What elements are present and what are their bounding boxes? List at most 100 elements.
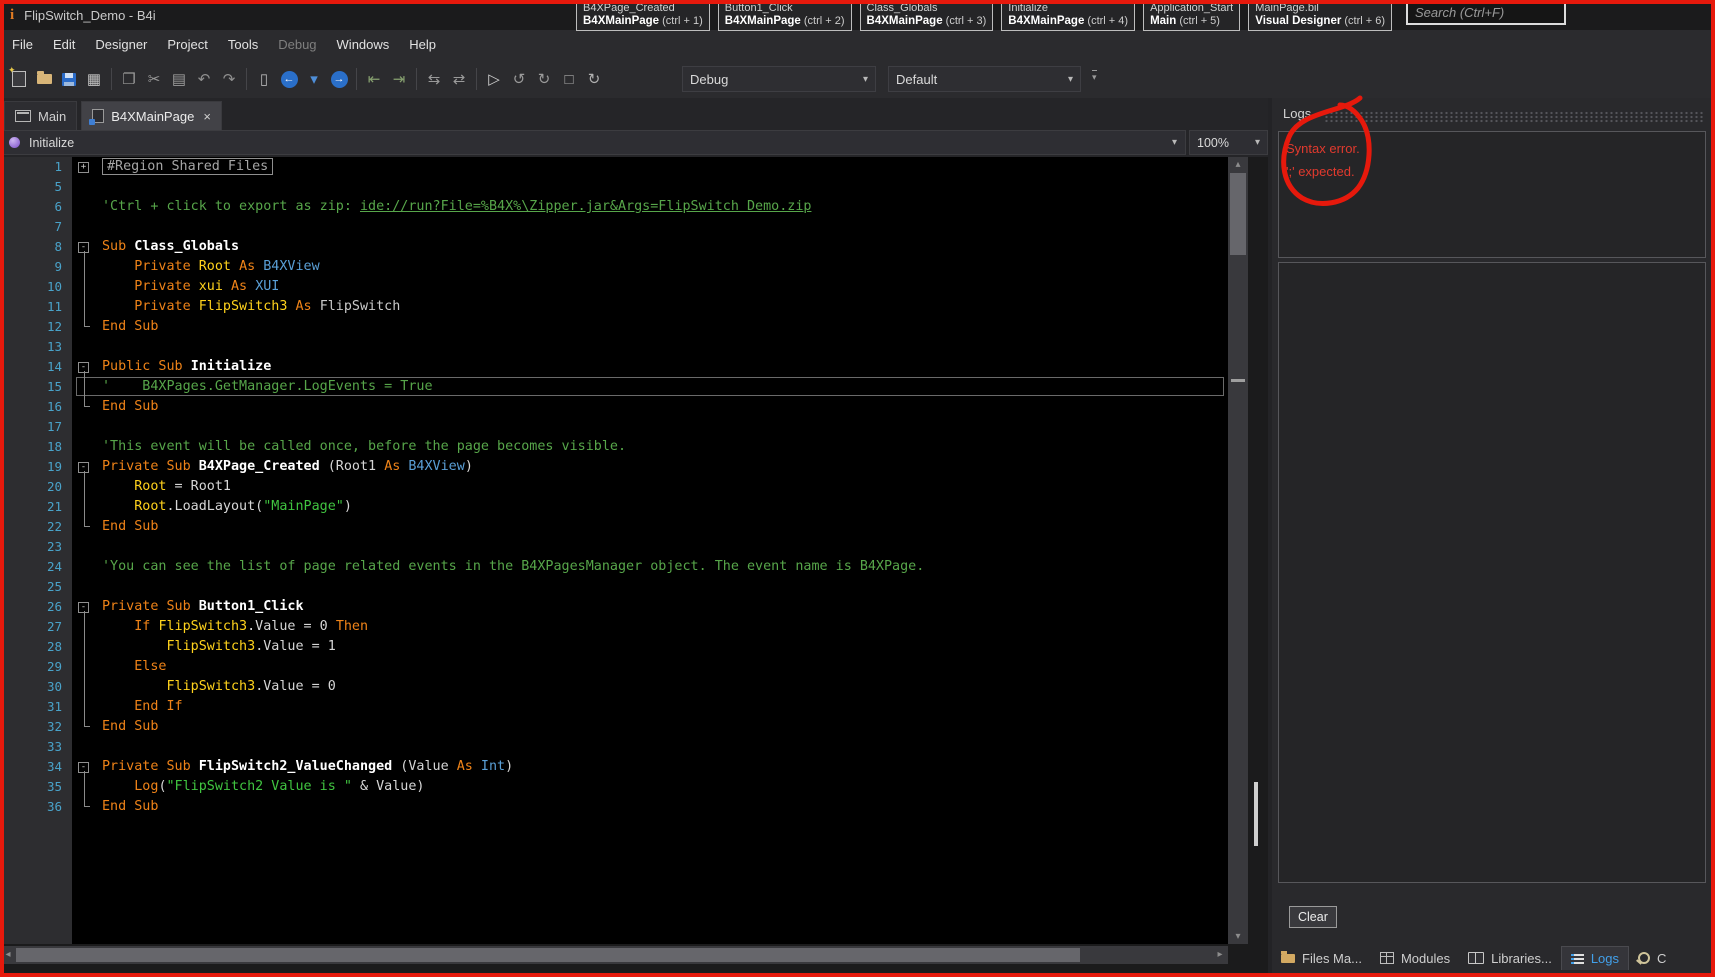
code-line[interactable]: 29 Else: [0, 657, 1248, 677]
code-line[interactable]: 16End Sub: [0, 397, 1248, 417]
package-icon[interactable]: ▦: [83, 67, 105, 91]
expand-region-icon[interactable]: +: [78, 162, 89, 173]
vertical-scrollbar[interactable]: ▴ ▾: [1228, 157, 1248, 944]
bottom-tab-logs[interactable]: Logs: [1561, 946, 1629, 970]
quick-jump-application_start[interactable]: Application_StartMain (ctrl + 5): [1143, 0, 1240, 31]
code-line[interactable]: 1+#Region Shared Files: [0, 157, 1248, 177]
quick-jump-mainpage.bil[interactable]: MainPage.bilVisual Designer (ctrl + 6): [1248, 0, 1392, 31]
menu-tools[interactable]: Tools: [218, 30, 268, 60]
menu-project[interactable]: Project: [157, 30, 217, 60]
code-line[interactable]: 6'Ctrl + click to export as zip: ide://r…: [0, 197, 1248, 217]
toolbar-overflow-icon[interactable]: ▾: [1092, 70, 1097, 82]
new-project-icon[interactable]: [8, 67, 30, 91]
horizontal-scrollbar[interactable]: ◂ ▸: [0, 946, 1228, 964]
code-line[interactable]: 9 Private Root As B4XView: [0, 257, 1248, 277]
code-line[interactable]: 26-Private Sub Button1_Click: [0, 597, 1248, 617]
open-project-icon[interactable]: [33, 67, 55, 91]
quick-jump-button1_click[interactable]: Button1_ClickB4XMainPage (ctrl + 2): [718, 0, 852, 31]
scroll-left-icon[interactable]: ◂: [0, 946, 16, 964]
next-module-icon[interactable]: ⇄: [448, 67, 470, 91]
menu-windows[interactable]: Windows: [327, 30, 400, 60]
code-line[interactable]: 18'This event will be called once, befor…: [0, 437, 1248, 457]
code-line[interactable]: 14-Public Sub Initialize: [0, 357, 1248, 377]
scroll-right-icon[interactable]: ▸: [1212, 946, 1228, 964]
line-number: 23: [0, 537, 72, 557]
code-line[interactable]: 21 Root.LoadLayout("MainPage"): [0, 497, 1248, 517]
back-history-caret-icon[interactable]: ▾: [303, 67, 325, 91]
editor-zoom-dropdown[interactable]: 100% ▾: [1189, 130, 1268, 155]
outdent-icon[interactable]: ⇤: [363, 67, 385, 91]
panel-drag-handle[interactable]: [1324, 111, 1705, 123]
code-line[interactable]: 31 End If: [0, 697, 1248, 717]
run-icon[interactable]: ▷: [483, 67, 505, 91]
stop-icon[interactable]: □: [558, 67, 580, 91]
save-icon[interactable]: [58, 67, 80, 91]
vertical-scrollbar-thumb[interactable]: [1230, 173, 1246, 255]
step-icon[interactable]: ↻: [533, 67, 555, 91]
restart-icon[interactable]: ↻: [583, 67, 605, 91]
code-line[interactable]: 12End Sub: [0, 317, 1248, 337]
menu-help[interactable]: Help: [399, 30, 446, 60]
tab-b4xmainpage[interactable]: B4XMainPage×: [81, 101, 222, 130]
code-line[interactable]: 34-Private Sub FlipSwitch2_ValueChanged …: [0, 757, 1248, 777]
build-configuration-dropdown[interactable]: Debug ▾: [682, 66, 876, 92]
log-output-area[interactable]: Syntax error.';' expected.: [1278, 131, 1706, 258]
resume-icon[interactable]: ↺: [508, 67, 530, 91]
tab-main[interactable]: Main: [4, 101, 77, 130]
menu-file[interactable]: File: [2, 30, 43, 60]
undo-icon[interactable]: ↶: [193, 67, 215, 91]
code-line[interactable]: 22End Sub: [0, 517, 1248, 537]
pane-splitter[interactable]: [1254, 782, 1258, 846]
code-line[interactable]: 33: [0, 737, 1248, 757]
cut-icon[interactable]: ✂: [143, 67, 165, 91]
code-line[interactable]: 36End Sub: [0, 797, 1248, 817]
code-line[interactable]: 5: [0, 177, 1248, 197]
code-line[interactable]: 10 Private xui As XUI: [0, 277, 1248, 297]
code-line[interactable]: 15' B4XPages.GetManager.LogEvents = True: [0, 377, 1248, 397]
code-text: End Sub: [96, 717, 1248, 737]
code-line[interactable]: 25: [0, 577, 1248, 597]
line-number: 10: [0, 277, 72, 297]
bottom-tab-libraries-[interactable]: Libraries...: [1459, 946, 1561, 970]
scroll-down-icon[interactable]: ▾: [1228, 931, 1248, 942]
menu-edit[interactable]: Edit: [43, 30, 85, 60]
code-editor[interactable]: 1+#Region Shared Files56'Ctrl + click to…: [0, 157, 1248, 944]
bottom-tab-files-ma-[interactable]: Files Ma...: [1272, 946, 1371, 970]
indent-icon[interactable]: ⇥: [388, 67, 410, 91]
previous-module-icon[interactable]: ⇆: [423, 67, 445, 91]
bookmark-icon[interactable]: ▯: [253, 67, 275, 91]
code-line[interactable]: 28 FlipSwitch3.Value = 1: [0, 637, 1248, 657]
quick-jump-b4xpage_created[interactable]: B4XPage_CreatedB4XMainPage (ctrl + 1): [576, 0, 710, 31]
current-sub-dropdown[interactable]: Initialize ▾: [0, 130, 1186, 155]
code-line[interactable]: 13: [0, 337, 1248, 357]
conditional-symbols-dropdown[interactable]: Default ▾: [888, 66, 1081, 92]
code-line[interactable]: 30 FlipSwitch3.Value = 0: [0, 677, 1248, 697]
code-line[interactable]: 24'You can see the list of page related …: [0, 557, 1248, 577]
clear-logs-button[interactable]: Clear: [1289, 906, 1337, 928]
quick-jump-class_globals[interactable]: Class_GlobalsB4XMainPage (ctrl + 3): [860, 0, 994, 31]
code-line[interactable]: 27 If FlipSwitch3.Value = 0 Then: [0, 617, 1248, 637]
redo-icon[interactable]: ↷: [218, 67, 240, 91]
fold-column: [72, 537, 96, 557]
code-line[interactable]: 17: [0, 417, 1248, 437]
menu-designer[interactable]: Designer: [85, 30, 157, 60]
horizontal-scrollbar-thumb[interactable]: [16, 948, 1080, 962]
code-line[interactable]: 35 Log("FlipSwitch2 Value is " & Value): [0, 777, 1248, 797]
scroll-up-icon[interactable]: ▴: [1228, 159, 1248, 170]
code-line[interactable]: 32End Sub: [0, 717, 1248, 737]
code-line[interactable]: 23: [0, 537, 1248, 557]
code-line[interactable]: 19-Private Sub B4XPage_Created (Root1 As…: [0, 457, 1248, 477]
navigate-forward-icon[interactable]: →: [328, 67, 350, 91]
code-line[interactable]: 8-Sub Class_Globals: [0, 237, 1248, 257]
paste-icon[interactable]: ▤: [168, 67, 190, 91]
code-line[interactable]: 11 Private FlipSwitch3 As FlipSwitch: [0, 297, 1248, 317]
code-line[interactable]: 7: [0, 217, 1248, 237]
search-input[interactable]: [1406, 0, 1566, 25]
code-line[interactable]: 20 Root = Root1: [0, 477, 1248, 497]
bottom-tab-modules[interactable]: Modules: [1371, 946, 1459, 970]
close-icon[interactable]: ×: [203, 109, 211, 124]
navigate-back-icon[interactable]: ←: [278, 67, 300, 91]
quick-jump-initialize[interactable]: InitializeB4XMainPage (ctrl + 4): [1001, 0, 1135, 31]
bottom-tab-c[interactable]: C: [1629, 946, 1675, 970]
copy-icon[interactable]: ❐: [118, 67, 140, 91]
